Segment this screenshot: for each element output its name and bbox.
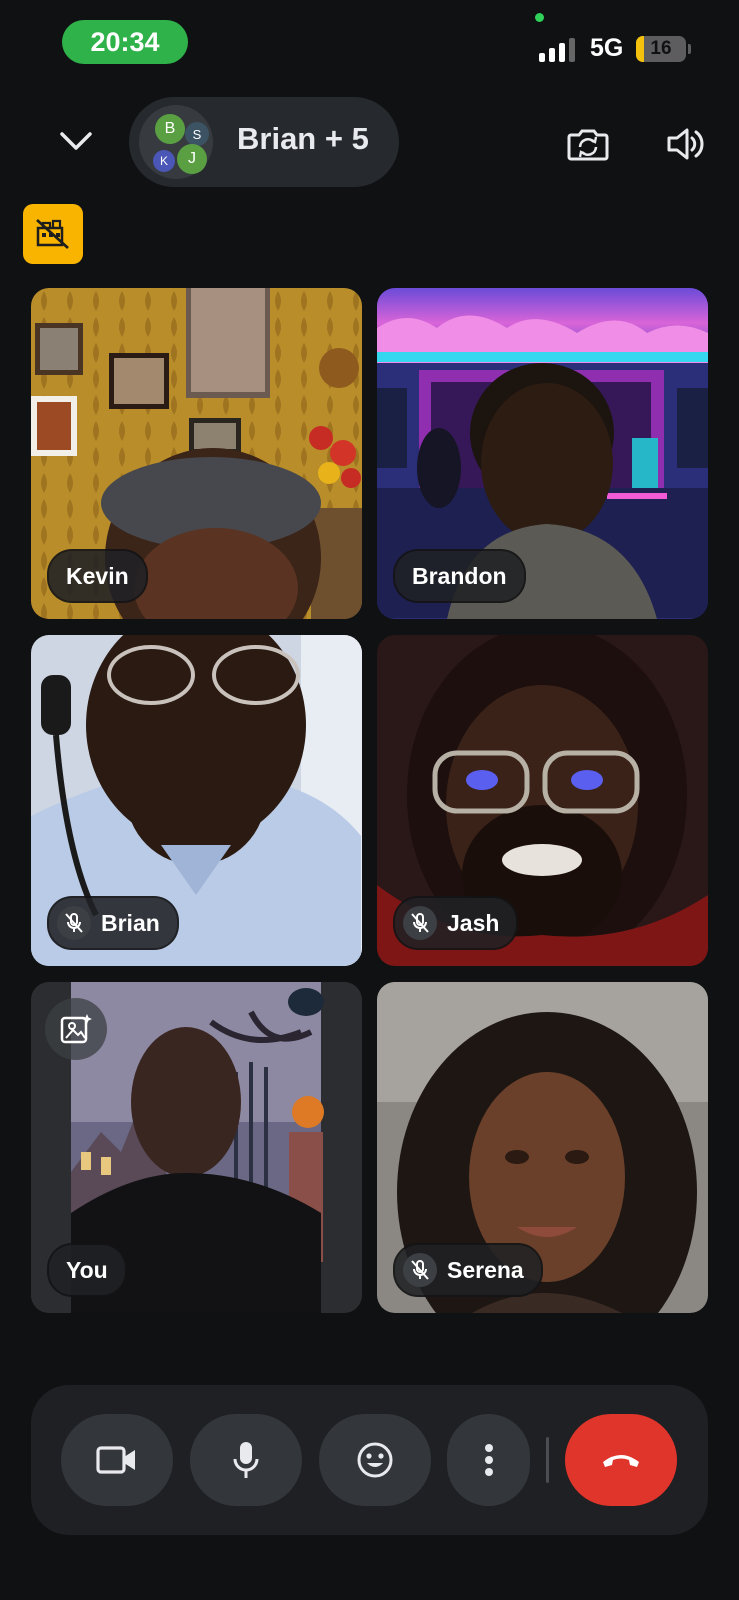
battery-icon: 16 [636,36,686,62]
mic-off-icon [403,1253,437,1287]
end-call-button[interactable] [565,1414,677,1506]
participant-avatars: B S K J [139,105,213,179]
participant-tile-jash[interactable]: Jash [377,635,708,966]
call-title: Brian + 5 [237,121,369,156]
network-type: 5G [590,34,624,62]
status-bar: 20:34 5G 16 [0,0,739,90]
participant-name-tag: Jash [393,896,519,950]
mic-off-icon [57,906,91,940]
minimize-call-button[interactable] [50,115,102,167]
chevron-down-icon [60,132,92,150]
participant-name: Brian [101,909,160,936]
participant-name: Kevin [66,562,129,589]
participant-tile-you[interactable]: You [31,982,362,1313]
effects-button[interactable] [45,998,107,1060]
participant-tile-serena[interactable]: Serena [377,982,708,1313]
background-blur-off-badge[interactable] [23,204,83,264]
camera-toggle-button[interactable] [61,1414,173,1506]
speaker-icon [667,128,704,160]
call-controls-bar [31,1385,708,1535]
avatar: J [177,144,207,174]
audio-output-button[interactable] [660,118,712,170]
switch-camera-button[interactable] [562,118,614,170]
microphone-toggle-button[interactable] [190,1414,302,1506]
camera-icon [96,1446,135,1474]
more-options-icon [484,1444,493,1476]
participant-name-tag: Serena [393,1243,543,1297]
participant-name: Serena [447,1256,524,1283]
background-off-icon [36,219,69,249]
participant-name-tag: Brandon [393,549,526,603]
reactions-button[interactable] [319,1414,431,1506]
emoji-icon [357,1442,393,1478]
participant-name: Brandon [412,562,507,589]
mic-off-icon [403,906,437,940]
participant-tile-brandon[interactable]: Brandon [377,288,708,619]
microphone-icon [233,1442,259,1478]
controls-divider [546,1437,549,1483]
participant-tile-kevin[interactable]: Kevin [31,288,362,619]
participant-name-tag: You [47,1243,127,1297]
participant-tile-brian[interactable]: Brian [31,635,362,966]
camera-in-use-indicator [535,13,544,22]
avatar: B [155,114,185,144]
participant-name: Jash [447,909,500,936]
sparkle-image-icon [60,1014,92,1044]
battery-nub [688,44,691,54]
call-participants-pill[interactable]: B S K J Brian + 5 [129,97,399,187]
participant-name-tag: Kevin [47,549,148,603]
end-call-icon [603,1455,639,1467]
participant-name: You [66,1256,108,1283]
avatar: S [185,122,209,146]
signal-icon [539,38,577,62]
more-options-button[interactable] [447,1414,530,1506]
flip-camera-icon [567,129,609,161]
clock: 20:34 [62,20,188,64]
avatar: K [153,150,175,172]
participant-name-tag: Brian [47,896,179,950]
battery-percent: 16 [650,38,672,59]
